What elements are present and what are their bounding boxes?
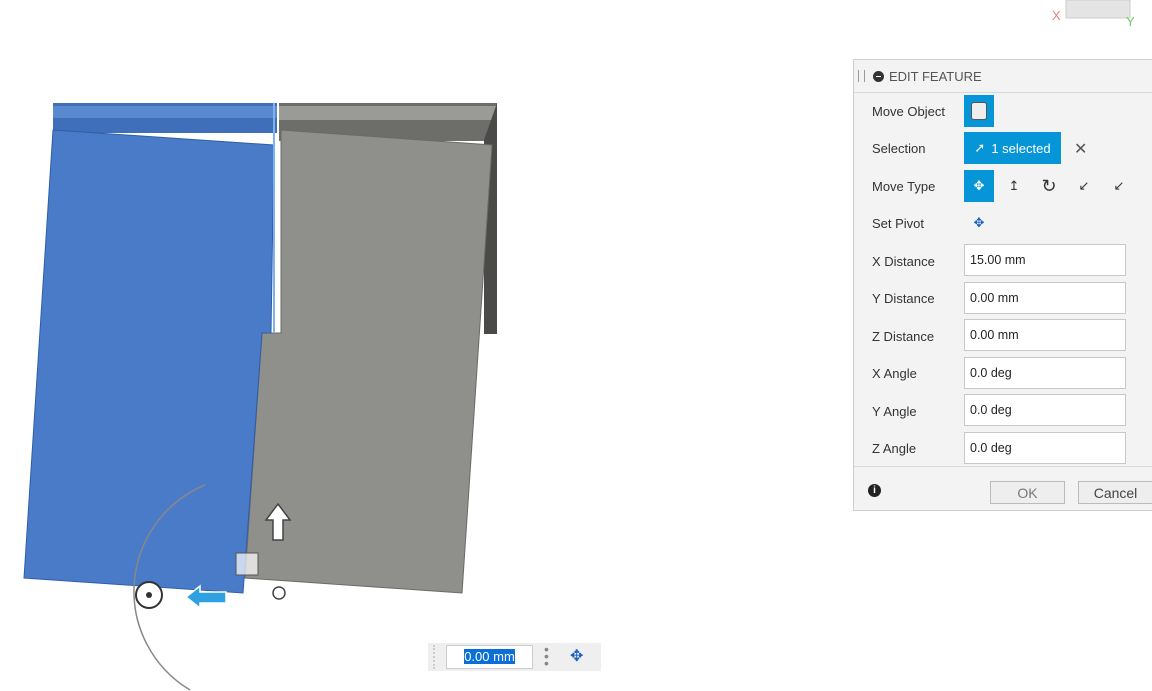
info-icon[interactable]: i [868, 484, 881, 497]
collapse-icon[interactable] [873, 70, 884, 82]
rotate-icon[interactable]: ↻ [1034, 170, 1064, 202]
z-angle-input[interactable]: 0.0 deg [964, 432, 1126, 464]
set-pivot-icon[interactable]: ✥ [570, 646, 583, 666]
viewcube[interactable]: X Y [1052, 0, 1135, 29]
selection-button[interactable]: ➚ 1 selected [964, 132, 1061, 164]
y-angle-label: Y Angle [872, 404, 917, 419]
z-distance-label: Z Distance [872, 329, 935, 344]
y-angle-input[interactable]: 0.0 deg [964, 394, 1126, 426]
y-distance-label: Y Distance [872, 291, 935, 306]
distance-input[interactable]: 0.00 mm [446, 645, 533, 669]
point-handle[interactable] [272, 586, 286, 600]
y-distance-input[interactable]: 0.00 mm [964, 282, 1126, 314]
drag-grip-icon[interactable] [858, 70, 865, 82]
distance-mini-toolbar: 0.00 mm • • • ✥ [428, 642, 601, 671]
x-angle-input[interactable]: 0.0 deg [964, 357, 1126, 389]
x-distance-label: X Distance [872, 254, 935, 269]
viewcube-x-label: X [1052, 8, 1061, 23]
ok-button[interactable]: OK [990, 481, 1065, 504]
free-move-icon[interactable]: ✥ [964, 170, 994, 202]
selection-count: 1 selected [991, 140, 1051, 156]
clear-selection-icon[interactable]: ✕ [1074, 139, 1087, 159]
move-type-label: Move Type [872, 179, 936, 194]
blue-body-selected[interactable] [23, 103, 277, 594]
move-object-body-button[interactable] [964, 95, 994, 127]
z-angle-label: Z Angle [872, 441, 917, 456]
x-distance-input[interactable]: 15.00 mm [964, 244, 1126, 276]
point-to-position-icon[interactable]: ↙ [1104, 170, 1134, 202]
panel-footer: i OK Cancel [854, 466, 1152, 511]
body-icon [971, 102, 987, 120]
x-angle-label: X Angle [872, 366, 917, 381]
point-to-point-icon[interactable]: ↙ [1069, 170, 1099, 202]
viewcube-y-label: Y [1126, 14, 1135, 29]
distance-value: 0.00 mm [464, 649, 515, 664]
translate-icon[interactable]: ↥ [999, 170, 1029, 202]
plane-handle[interactable] [235, 552, 259, 576]
cursor-icon: ➚ [974, 140, 986, 155]
more-options-icon[interactable]: • • • [544, 642, 549, 670]
drag-grip-icon[interactable] [433, 645, 443, 669]
panel-header[interactable]: EDIT FEATURE [854, 60, 1152, 93]
cancel-button[interactable]: Cancel [1078, 481, 1152, 504]
move-object-label: Move Object [872, 104, 945, 119]
edit-feature-panel: EDIT FEATURE Move Object Selection ➚ 1 s… [853, 59, 1152, 511]
set-pivot-label: Set Pivot [872, 216, 925, 231]
panel-title: EDIT FEATURE [889, 68, 982, 84]
z-distance-input[interactable]: 0.00 mm [964, 319, 1126, 351]
selection-label: Selection [872, 141, 926, 156]
set-pivot-icon[interactable]: ✥ [964, 207, 994, 239]
